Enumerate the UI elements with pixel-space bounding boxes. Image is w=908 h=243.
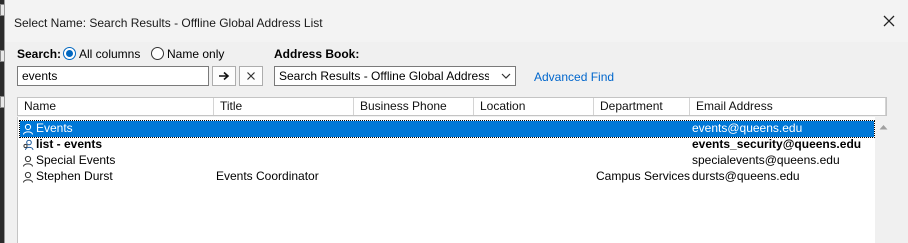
- all-columns-radio[interactable]: [63, 47, 76, 60]
- column-header-business-phone[interactable]: Business Phone: [354, 98, 474, 115]
- person-icon: [23, 171, 33, 183]
- row-name: Events: [36, 121, 73, 135]
- row-department: Campus Services: [596, 169, 691, 183]
- person-icon: [23, 155, 33, 167]
- person-icon: [23, 123, 33, 135]
- row-name: Stephen Durst: [36, 169, 113, 183]
- row-email: specialevents@queens.edu: [692, 153, 840, 167]
- column-header-title[interactable]: Title: [214, 98, 354, 115]
- vertical-scrollbar[interactable]: [875, 117, 891, 243]
- arrow-right-icon: [219, 71, 230, 81]
- results-list[interactable]: Events events@queens.edu list - events e…: [17, 117, 891, 243]
- group-icon: [23, 139, 34, 151]
- go-button[interactable]: [212, 66, 236, 86]
- select-name-dialog: Select Name: Search Results - Offline Gl…: [4, 0, 908, 243]
- clear-search-button[interactable]: [239, 66, 263, 86]
- row-name: Special Events: [36, 153, 116, 167]
- close-button[interactable]: [880, 12, 898, 30]
- advanced-find-link[interactable]: Advanced Find: [534, 70, 614, 84]
- row-email: events_security@queens.edu: [692, 137, 862, 151]
- close-icon: [883, 15, 895, 27]
- chevron-down-icon: [501, 73, 511, 79]
- name-only-label[interactable]: Name only: [167, 47, 224, 61]
- table-row[interactable]: Special Events specialevents@queens.edu: [20, 153, 874, 169]
- address-book-select[interactable]: Search Results - Offline Global Address …: [274, 66, 516, 86]
- row-email: events@queens.edu: [692, 121, 803, 135]
- column-header-location[interactable]: Location: [474, 98, 594, 115]
- table-row[interactable]: Events events@queens.edu: [19, 120, 875, 138]
- column-header-department[interactable]: Department: [594, 98, 690, 115]
- address-book-value: Search Results - Offline Global Address …: [279, 69, 489, 83]
- dialog-title: Select Name: Search Results - Offline Gl…: [14, 16, 323, 30]
- name-only-radio[interactable]: [151, 47, 164, 60]
- scroll-up-icon: [879, 125, 888, 130]
- table-row[interactable]: Stephen Durst Events Coordinator Campus …: [20, 169, 874, 185]
- results-column-header: Name Title Business Phone Location Depar…: [17, 97, 887, 116]
- column-header-email[interactable]: Email Address: [690, 98, 886, 115]
- table-row[interactable]: list - events events_security@queens.edu: [20, 137, 874, 153]
- clear-icon: [247, 72, 255, 80]
- row-email: dursts@queens.edu: [692, 169, 800, 183]
- title-bar: Select Name: Search Results - Offline Gl…: [5, 0, 908, 42]
- search-label: Search:: [17, 47, 62, 61]
- column-header-name[interactable]: Name: [18, 98, 214, 115]
- row-name: list - events: [36, 137, 103, 151]
- row-title: Events Coordinator: [216, 169, 319, 183]
- search-input[interactable]: [17, 66, 209, 86]
- all-columns-label[interactable]: All columns: [79, 47, 140, 61]
- address-book-label: Address Book:: [274, 47, 360, 61]
